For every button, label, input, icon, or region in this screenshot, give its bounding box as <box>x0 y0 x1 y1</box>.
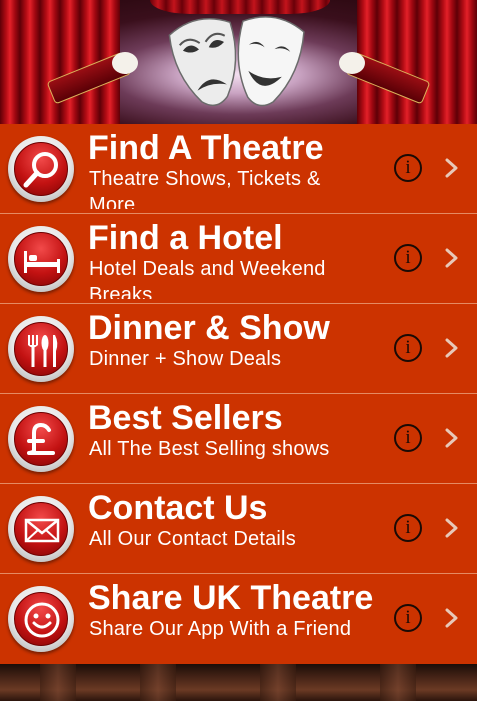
info-icon[interactable]: i <box>394 334 422 362</box>
info-icon[interactable]: i <box>394 604 422 632</box>
main-menu: Find A Theatre Theatre Shows, Tickets & … <box>0 124 477 664</box>
header-banner <box>0 0 477 124</box>
menu-item-subtitle: Theatre Shows, Tickets & More <box>89 168 321 209</box>
menu-item-title: Dinner & Show <box>88 309 330 347</box>
chevron-right-icon <box>445 518 458 538</box>
info-icon[interactable]: i <box>394 154 422 182</box>
menu-item-title: Share UK Theatre <box>88 579 374 617</box>
menu-item-dinner-and-show[interactable]: Dinner & Show Dinner + Show Deals i <box>0 304 477 394</box>
magnifier-icon <box>8 136 74 202</box>
menu-item-title: Find A Theatre <box>88 129 324 167</box>
chevron-right-icon <box>445 158 458 178</box>
menu-item-title: Find a Hotel <box>88 219 283 257</box>
pound-icon <box>8 406 74 472</box>
info-icon[interactable]: i <box>394 244 422 272</box>
cutlery-icon <box>8 316 74 382</box>
menu-item-subtitle: All The Best Selling shows <box>89 438 330 460</box>
footer-background-image <box>0 664 477 701</box>
chevron-right-icon <box>445 338 458 358</box>
menu-item-subtitle: Share Our App With a Friend <box>89 618 352 640</box>
menu-item-share-uk-theatre[interactable]: Share UK Theatre Share Our App With a Fr… <box>0 574 477 664</box>
smiley-icon <box>8 586 74 652</box>
chevron-right-icon <box>445 608 458 628</box>
menu-item-subtitle: Dinner + Show Deals <box>89 348 282 370</box>
menu-item-subtitle: Hotel Deals and Weekend Breaks <box>89 258 326 299</box>
theatre-masks-icon <box>168 16 305 107</box>
menu-item-contact-us[interactable]: Contact Us All Our Contact Details i <box>0 484 477 574</box>
bed-icon <box>8 226 74 292</box>
info-icon[interactable]: i <box>394 514 422 542</box>
right-glove <box>339 52 365 74</box>
info-icon[interactable]: i <box>394 424 422 452</box>
menu-item-title: Best Sellers <box>88 399 283 437</box>
menu-item-find-a-hotel[interactable]: Find a Hotel Hotel Deals and Weekend Bre… <box>0 214 477 304</box>
left-glove <box>112 52 138 74</box>
menu-item-title: Contact Us <box>88 489 268 527</box>
menu-item-subtitle: All Our Contact Details <box>89 528 296 550</box>
menu-item-best-sellers[interactable]: Best Sellers All The Best Selling shows … <box>0 394 477 484</box>
chevron-right-icon <box>445 428 458 448</box>
chevron-right-icon <box>445 248 458 268</box>
envelope-icon <box>8 496 74 562</box>
menu-item-find-a-theatre[interactable]: Find A Theatre Theatre Shows, Tickets & … <box>0 124 477 214</box>
